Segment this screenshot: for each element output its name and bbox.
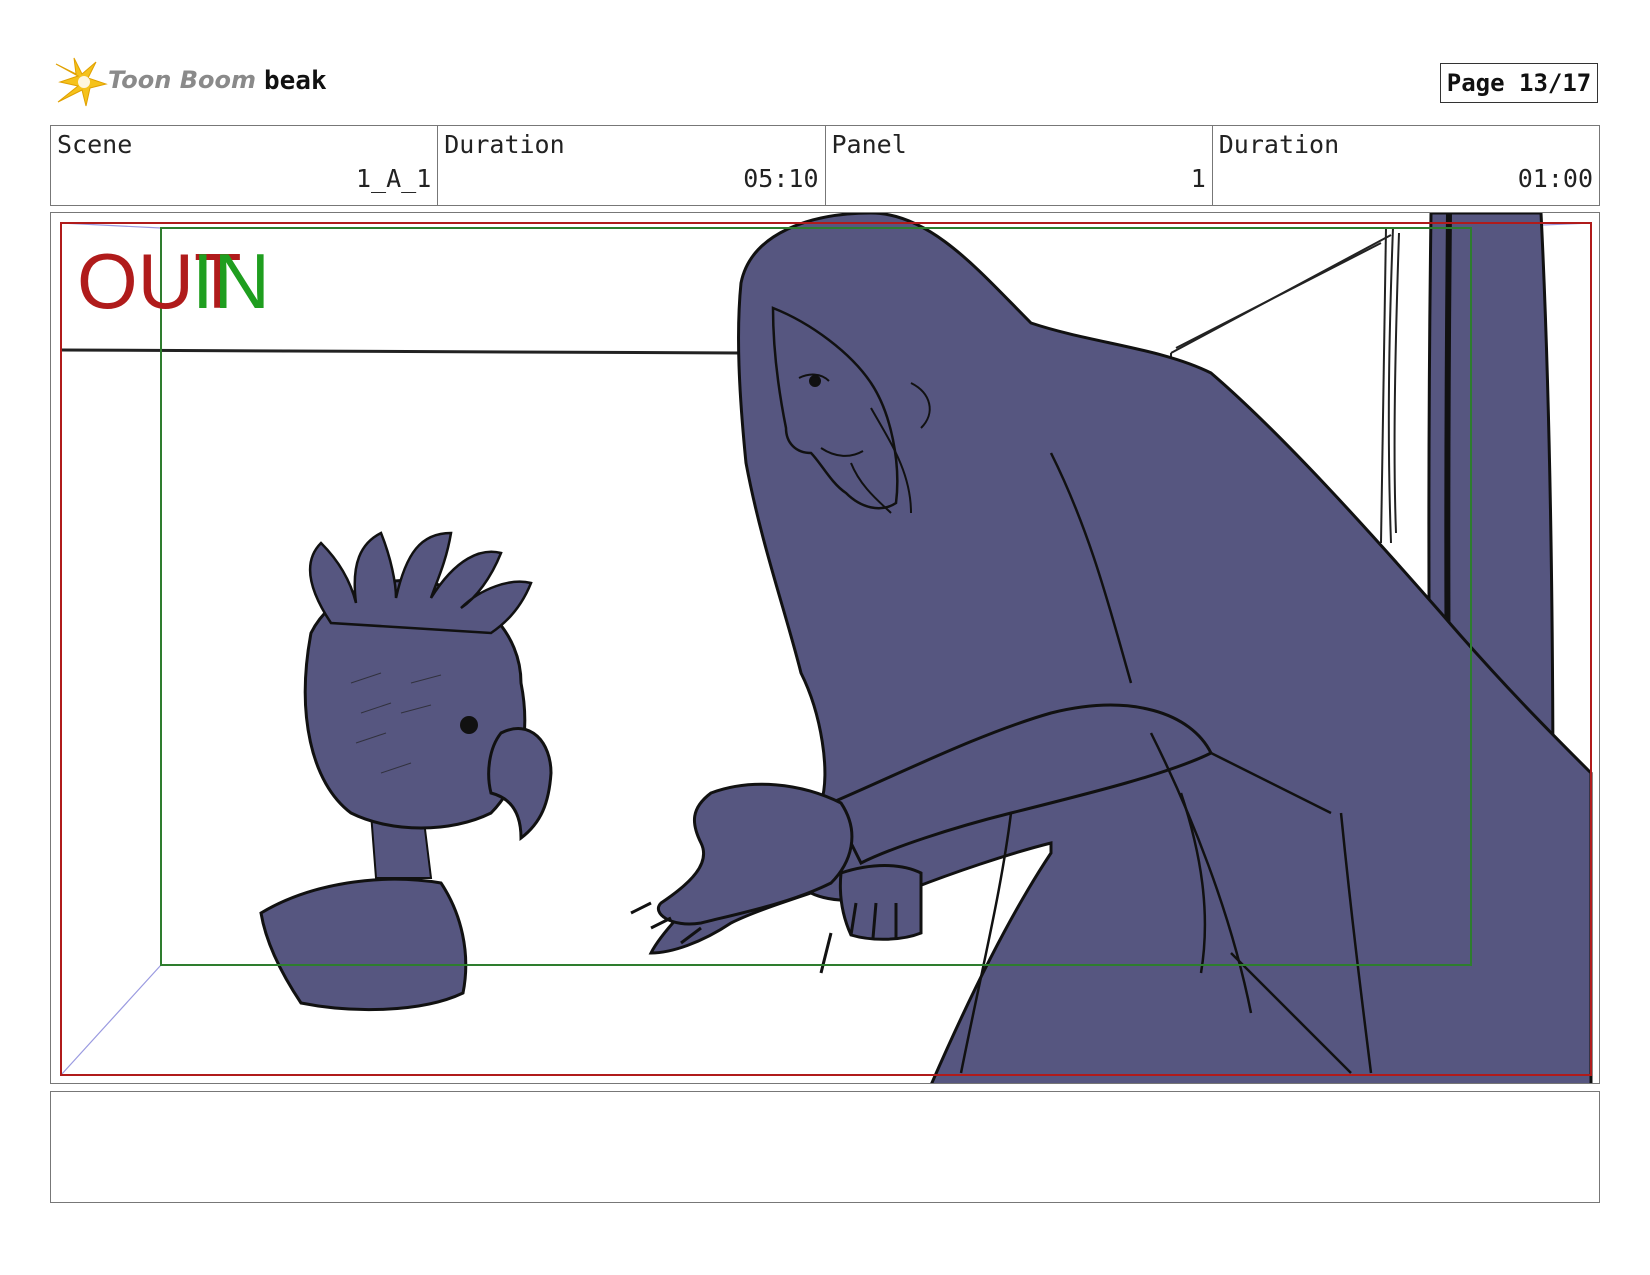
bird-pedestal — [259, 877, 468, 1012]
toon-boom-logo: Toon Boom — [52, 56, 256, 108]
scene-duration-value: 05:10 — [743, 164, 819, 193]
transition-label: OUT IN — [77, 241, 270, 321]
info-table: Scene 1_A_1 Duration 05:10 Panel 1 Durat… — [50, 125, 1600, 206]
back-wall-line — [60, 348, 742, 355]
page-indicator: Page 13/17 — [1440, 63, 1598, 103]
panel-drawing — [60, 213, 1593, 1083]
scene-cell: Scene 1_A_1 — [51, 126, 439, 205]
scene-label: Scene — [57, 130, 133, 159]
project-title: beak — [264, 66, 327, 96]
panel-label: Panel — [831, 130, 907, 159]
storyboard-panel: OUT IN — [50, 212, 1600, 1084]
scene-duration-cell: Duration 05:10 — [438, 126, 826, 205]
transition-in: IN — [192, 237, 270, 325]
starburst-icon — [55, 57, 108, 107]
logo-text: Toon Boom — [108, 66, 256, 94]
panel-duration-cell: Duration 01:00 — [1213, 126, 1599, 205]
scene-duration-label: Duration — [444, 130, 565, 159]
scene-value: 1_A_1 — [355, 164, 432, 193]
bird-bust — [259, 531, 553, 1012]
bird-crest — [308, 531, 533, 635]
caption-box[interactable] — [50, 1091, 1600, 1203]
bird-eye — [460, 716, 478, 734]
panel-value: 1 — [1190, 164, 1206, 193]
panel-cell: Panel 1 — [826, 126, 1213, 205]
panel-duration-label: Duration — [1218, 130, 1340, 159]
panel-duration-value: 01:00 — [1517, 164, 1593, 193]
bird-beak — [487, 727, 553, 842]
